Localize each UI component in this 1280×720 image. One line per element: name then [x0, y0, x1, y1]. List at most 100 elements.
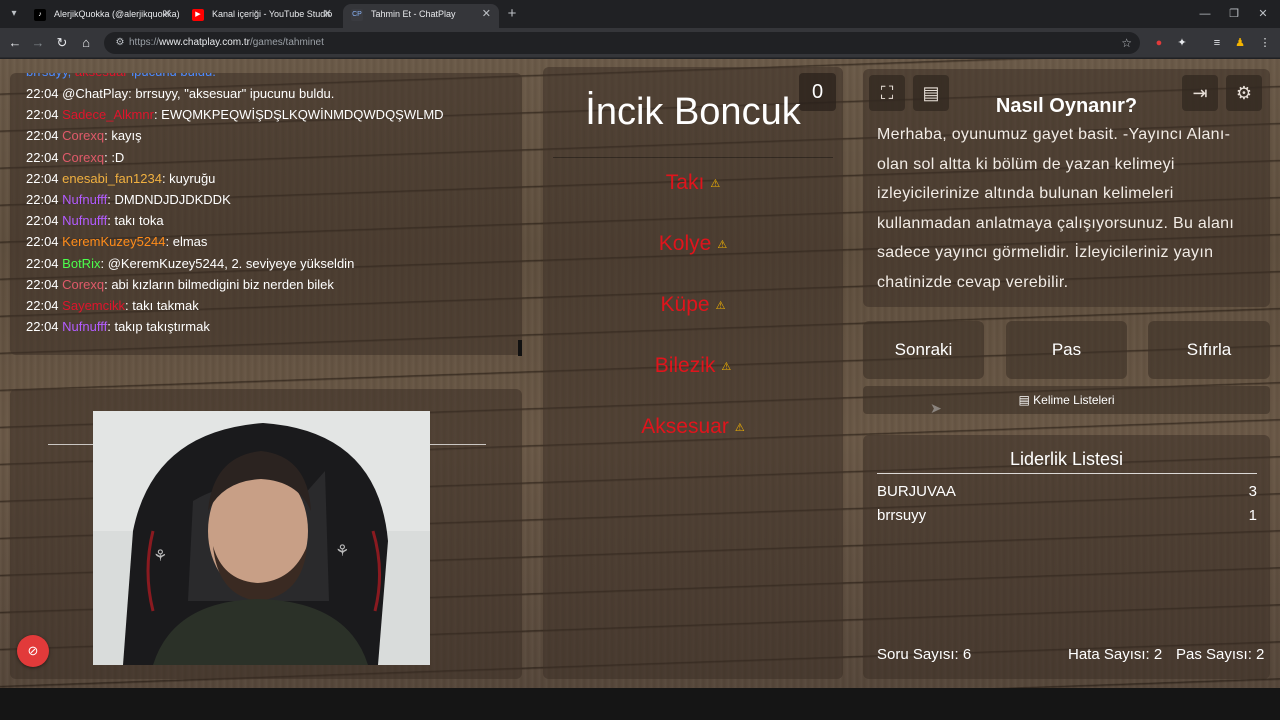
- chat-username[interactable]: Sayemcikk: [62, 298, 125, 313]
- chat-message: 22:04 Nufnufff: takıp takıştırmak: [26, 319, 210, 340]
- more-menu-icon[interactable]: ⋮: [1256, 34, 1274, 52]
- media-icon[interactable]: ≡: [1208, 34, 1226, 52]
- chat-message: 22:04 Nufnufff: takı toka: [26, 213, 164, 234]
- game-page: brrsuyy, aksesuar ipucunu buldu. 22:04 @…: [0, 59, 1280, 688]
- how-to-play-panel: ⛶ ▤ ⇥ ⚙ Nasıl Oynanır? Merhaba, oyunumuz…: [863, 69, 1270, 307]
- record-button[interactable]: ⊘: [17, 635, 49, 667]
- chat-username[interactable]: BotRix: [62, 256, 100, 271]
- chat-username[interactable]: KeremKuzey5244: [62, 234, 165, 249]
- chat-panel: brrsuyy, aksesuar ipucunu buldu. 22:04 @…: [10, 73, 522, 355]
- warning-icon[interactable]: ⚠: [710, 177, 720, 190]
- warning-icon[interactable]: ⚠: [717, 238, 727, 251]
- home-icon[interactable]: ⌂: [77, 34, 95, 52]
- chat-timestamp: 22:04: [26, 107, 59, 123]
- chat-timestamp: 22:04: [26, 319, 59, 335]
- chat-text: : :D: [104, 149, 125, 165]
- tab-chatplay[interactable]: CP Tahmin Et - ChatPlay ✕: [343, 4, 499, 28]
- chat-timestamp: 22:04: [26, 192, 59, 207]
- chat-username[interactable]: Nufnufff: [62, 192, 107, 207]
- url-text: https://www.chatplay.com.tr/games/tahmin…: [129, 37, 324, 48]
- chat-message: 22:04 Sadece_Alkmnr: EWQMKPEQWİŞDŞLKQWİN…: [26, 107, 444, 128]
- word-lists-button[interactable]: ▤ Kelime Listeleri: [863, 386, 1270, 414]
- browser-toolbar: ← → ↻ ⌂ ⚙ https://www.chatplay.com.tr/ga…: [0, 28, 1280, 58]
- chat-username[interactable]: Corexq: [62, 277, 104, 292]
- close-icon[interactable]: ✕: [163, 4, 172, 24]
- chat-timestamp: 22:04: [26, 255, 59, 271]
- chatplay-icon: CP: [351, 9, 363, 21]
- new-tab-button[interactable]: +: [504, 4, 520, 24]
- chat-timestamp: 22:04: [26, 86, 59, 101]
- tab-title: Kanal içeriği - YouTube Studio: [212, 9, 333, 19]
- window-close-icon[interactable]: ✕: [1248, 4, 1278, 24]
- chat-text: : brrsuyy, "aksesuar" ipucunu buldu.: [128, 86, 335, 101]
- chat-text: : elmas: [165, 234, 208, 250]
- chat-username[interactable]: @ChatPlay: [62, 86, 128, 101]
- chat-message: 22:04 Nufnufff: DMDNDJDJDKDDK: [26, 192, 231, 213]
- close-icon[interactable]: ✕: [482, 4, 491, 24]
- leaderboard-row: brrsuyy 1: [877, 507, 1257, 524]
- browser-tab-bar: ▾ ♪ AlerjikQuokka (@alerjikquokka) ✕ ▶ K…: [0, 0, 1280, 28]
- chat-timestamp: 22:04: [26, 170, 59, 186]
- forward-icon[interactable]: →: [29, 34, 47, 52]
- chat-timestamp: 22:04: [26, 234, 59, 250]
- chat-username[interactable]: enesabi_fan1234: [62, 171, 162, 186]
- close-icon[interactable]: ✕: [323, 4, 332, 24]
- leaderboard-title: Liderlik Listesi: [1009, 449, 1124, 469]
- chat-message: 22:04 @ChatPlay: brrsuyy, "aksesuar" ipu…: [26, 86, 334, 107]
- webcam-overlay: ⚘ ⚘: [93, 411, 430, 665]
- youtube-icon: ▶: [192, 9, 204, 21]
- target-word: İncik Boncuk: [585, 91, 801, 133]
- warning-icon[interactable]: ⚠: [721, 360, 731, 373]
- chat-username[interactable]: Nufnufff: [62, 319, 107, 334]
- taboo-word: Takı ⚠: [665, 171, 721, 194]
- tab-title: AlerjikQuokka (@alerjikquokka): [54, 9, 180, 19]
- tab-tiktok[interactable]: ♪ AlerjikQuokka (@alerjikquokka) ✕: [26, 4, 180, 28]
- address-bar[interactable]: ⚙ https://www.chatplay.com.tr/games/tahm…: [104, 32, 1140, 54]
- svg-text:⚘: ⚘: [153, 546, 167, 565]
- pass-button[interactable]: Pas: [1006, 321, 1127, 379]
- chat-message: 22:04 Corexq: kayış: [26, 128, 142, 149]
- minimize-icon[interactable]: —: [1190, 4, 1220, 24]
- taboo-word: Aksesuar ⚠: [641, 415, 745, 438]
- restore-icon[interactable]: ❐: [1219, 4, 1249, 24]
- chat-timestamp: 22:04: [26, 298, 59, 313]
- taboo-word: Kolye ⚠: [658, 232, 728, 255]
- person-image: ⚘ ⚘: [93, 411, 430, 665]
- chat-timestamp: 22:04: [26, 276, 59, 292]
- chat-message: 22:04 KeremKuzey5244: elmas: [26, 234, 207, 255]
- svg-text:⚘: ⚘: [335, 541, 349, 560]
- chat-username[interactable]: Corexq: [62, 150, 104, 165]
- word-card: 0 İncik Boncuk Takı ⚠ Kolye ⚠ Küpe ⚠ Bilezi…: [543, 67, 843, 679]
- reset-button[interactable]: Sıfırla: [1148, 321, 1270, 379]
- divider: [877, 473, 1257, 474]
- tab-title: Tahmin Et - ChatPlay: [371, 9, 456, 19]
- chat-username[interactable]: Corexq: [62, 128, 104, 143]
- chat-text: : kayış: [104, 128, 142, 144]
- warning-icon[interactable]: ⚠: [716, 299, 726, 312]
- chat-text: : @KeremKuzey5244, 2. seviyeye yükseldin: [100, 255, 355, 271]
- chat-username[interactable]: Nufnufff: [62, 213, 107, 228]
- chat-username[interactable]: Sadece_Alkmnr: [62, 107, 154, 122]
- reload-icon[interactable]: ↻: [53, 34, 71, 52]
- tab-youtube-studio[interactable]: ▶ Kanal içeriği - YouTube Studio ✕: [184, 4, 340, 28]
- warning-icon[interactable]: ⚠: [735, 421, 745, 434]
- chat-text: : kuyruğu: [161, 170, 216, 186]
- site-info-icon[interactable]: ⚙: [112, 35, 128, 51]
- chat-text: : takıp takıştırmak: [107, 319, 210, 335]
- chat-text: : abi kızların bilmedigini biz nerden bi…: [104, 276, 334, 292]
- back-icon[interactable]: ←: [6, 34, 24, 52]
- question-count: Soru Sayısı: 6: [877, 646, 972, 663]
- chat-message: 22:04 Corexq: abi kızların bilmedigini b…: [26, 277, 334, 298]
- page-bottom-bar: [0, 688, 1280, 720]
- text-cursor: [518, 340, 522, 356]
- extensions-puzzle-icon[interactable]: ✦: [1173, 34, 1191, 52]
- chat-text: : DMDNDJDJDKDDK: [107, 192, 231, 207]
- chat-text: : EWQMKPEQWİŞDŞLKQWİNMDQWDQŞWLMD: [153, 107, 444, 123]
- chat-timestamp: 22:04: [26, 213, 59, 229]
- how-to-text: Merhaba, oyunumuz gayet basit. -Yayıncı …: [877, 126, 1235, 291]
- extension-icon[interactable]: ●: [1150, 34, 1168, 52]
- tab-search-icon[interactable]: ▾: [6, 6, 22, 22]
- profile-icon[interactable]: ♟: [1231, 34, 1249, 52]
- next-button[interactable]: Sonraki: [863, 321, 984, 379]
- bookmark-star-icon[interactable]: ☆: [1121, 34, 1132, 52]
